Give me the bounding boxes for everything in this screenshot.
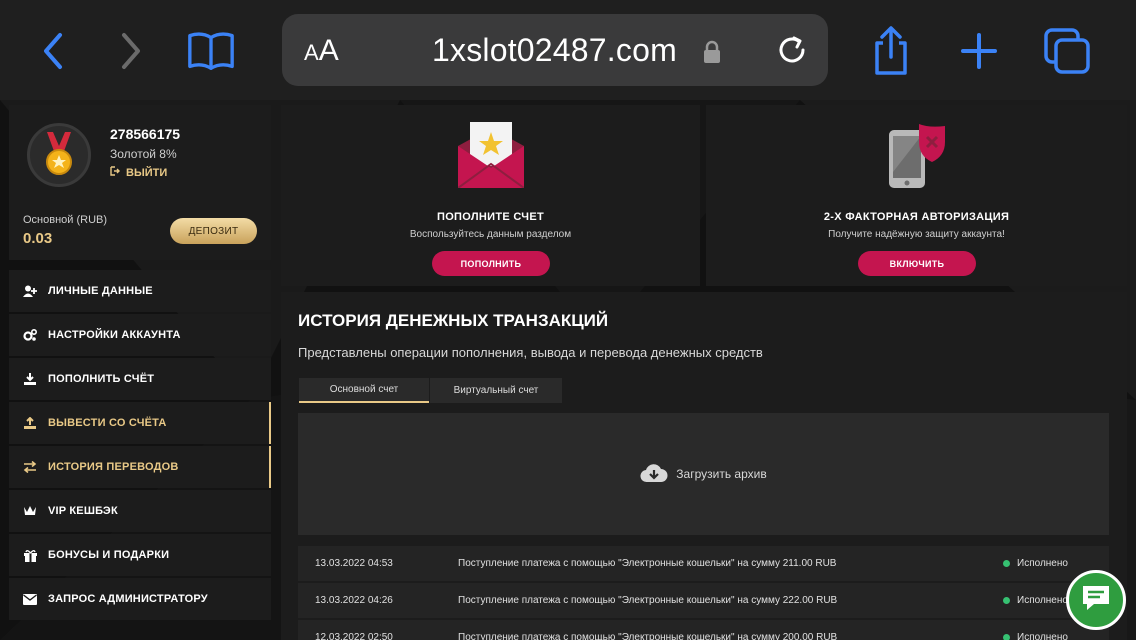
crown-icon	[23, 504, 37, 518]
chat-bubble-icon	[1080, 583, 1112, 618]
cloud-download-icon	[640, 463, 668, 486]
download-icon	[23, 372, 37, 386]
table-row: 12.03.2022 02:50 Поступление платежа с п…	[298, 620, 1109, 640]
status-badge: Исполнено	[1003, 558, 1068, 569]
menu-item-vip-cashback[interactable]: VIP КЕШБЭК	[9, 490, 271, 532]
two-factor-card: 2-Х ФАКТОРНАЯ АВТОРИЗАЦИЯ Получите надёж…	[706, 105, 1127, 286]
phone-shield-icon	[889, 122, 949, 195]
share-icon[interactable]	[866, 26, 916, 76]
balance-label: Основной (RUB)	[23, 214, 108, 226]
balance-value: 0.03	[23, 230, 53, 247]
browser-toolbar: AA 1xslot02487.com	[0, 0, 1136, 100]
gears-icon	[23, 328, 37, 342]
page-subtitle: Представлены операции пополнения, вывода…	[298, 345, 763, 360]
mail-icon	[23, 592, 37, 606]
tabs-overview-icon[interactable]	[1042, 26, 1092, 76]
page-title: ИСТОРИЯ ДЕНЕЖНЫХ ТРАНЗАКЦИЙ	[298, 311, 609, 330]
menu-item-label: БОНУСЫ И ПОДАРКИ	[48, 549, 170, 561]
forward-icon[interactable]	[106, 26, 156, 76]
card-title: ПОПОЛНИТЕ СЧЕТ	[437, 211, 544, 223]
transactions-list: 13.03.2022 04:53 Поступление платежа с п…	[298, 546, 1109, 640]
menu-item-label: ИСТОРИЯ ПЕРЕВОДОВ	[48, 461, 179, 473]
card-title: 2-Х ФАКТОРНАЯ АВТОРИЗАЦИЯ	[823, 211, 1010, 223]
transaction-description: Поступление платежа с помощью "Электронн…	[458, 632, 838, 640]
top-up-button[interactable]: ПОПОЛНИТЬ	[432, 251, 550, 276]
table-row: 13.03.2022 04:26 Поступление платежа с п…	[298, 583, 1109, 618]
status-badge: Исполнено	[1003, 632, 1068, 640]
logout-icon	[110, 166, 120, 179]
menu-item-withdraw[interactable]: ВЫВЕСТИ СО СЧЁТА	[9, 402, 271, 444]
logout-label: ВЫЙТИ	[126, 166, 168, 179]
card-subtitle: Получите надёжную защиту аккаунта!	[828, 229, 1005, 240]
menu-item-label: ЗАПРОС АДМИНИСТРАТОРУ	[48, 593, 208, 605]
rank-medal-icon	[27, 123, 91, 187]
menu-item-admin-request[interactable]: ЗАПРОС АДМИНИСТРАТОРУ	[9, 578, 271, 620]
status-badge: Исполнено	[1003, 595, 1068, 606]
card-subtitle: Воспользуйтесь данным разделом	[409, 229, 572, 240]
envelope-star-icon	[457, 122, 525, 193]
menu-item-account-settings[interactable]: НАСТРОЙКИ АККАУНТА	[9, 314, 271, 356]
tab-main-account[interactable]: Основной счет	[299, 378, 429, 403]
transaction-description: Поступление платежа с помощью "Электронн…	[458, 558, 837, 569]
user-plus-icon	[23, 284, 37, 298]
menu-item-label: VIP КЕШБЭК	[48, 505, 118, 517]
menu-item-label: ПОПОЛНИТЬ СЧЁТ	[48, 373, 155, 385]
menu-item-label: ЛИЧНЫЕ ДАННЫЕ	[48, 285, 153, 297]
gift-icon	[23, 548, 37, 562]
new-tab-icon[interactable]	[954, 26, 1004, 76]
table-row: 13.03.2022 04:53 Поступление платежа с п…	[298, 546, 1109, 581]
profile-card: 278566175 Золотой 8% ВЫЙТИ Основной (RUB…	[9, 105, 271, 260]
transaction-date: 12.03.2022 02:50	[315, 632, 393, 640]
upload-icon	[23, 416, 37, 430]
user-id: 278566175	[110, 126, 181, 142]
reload-icon[interactable]	[772, 30, 812, 75]
menu-item-label: ВЫВЕСТИ СО СЧЁТА	[48, 417, 167, 429]
download-archive-button[interactable]: Загрузить архив	[298, 413, 1109, 535]
menu-item-personal-data[interactable]: ЛИЧНЫЕ ДАННЫЕ	[9, 270, 271, 312]
transaction-date: 13.03.2022 04:26	[315, 595, 393, 606]
account-menu: ЛИЧНЫЕ ДАННЫЕ НАСТРОЙКИ АККАУНТА ПОПОЛНИ…	[9, 270, 271, 622]
transaction-history: ИСТОРИЯ ДЕНЕЖНЫХ ТРАНЗАКЦИЙ Представлены…	[281, 292, 1127, 640]
bookmarks-icon[interactable]	[186, 26, 236, 76]
support-chat-button[interactable]	[1066, 570, 1126, 630]
menu-item-bonuses[interactable]: БОНУСЫ И ПОДАРКИ	[9, 534, 271, 576]
transaction-date: 13.03.2022 04:53	[315, 558, 393, 569]
account-page: 278566175 Золотой 8% ВЫЙТИ Основной (RUB…	[0, 100, 1136, 640]
vip-level: Золотой 8%	[110, 147, 177, 161]
archive-label: Загрузить архив	[676, 467, 767, 481]
menu-item-label: НАСТРОЙКИ АККАУНТА	[48, 329, 181, 341]
menu-item-transfer-history[interactable]: ИСТОРИЯ ПЕРЕВОДОВ	[9, 446, 271, 488]
transfer-icon	[23, 460, 37, 474]
transaction-description: Поступление платежа с помощью "Электронн…	[458, 595, 838, 606]
enable-2fa-button[interactable]: ВКЛЮЧИТЬ	[858, 251, 976, 276]
text-size-button[interactable]: AA	[304, 34, 339, 68]
menu-item-top-up[interactable]: ПОПОЛНИТЬ СЧЁТ	[9, 358, 271, 400]
url-text: 1xslot02487.com	[432, 32, 677, 68]
tab-virtual-account[interactable]: Виртуальный счет	[430, 378, 562, 403]
lock-icon	[702, 40, 722, 69]
deposit-button[interactable]: ДЕПОЗИТ	[170, 218, 257, 244]
logout-link[interactable]: ВЫЙТИ	[110, 166, 167, 179]
address-bar[interactable]: AA 1xslot02487.com	[282, 14, 828, 86]
deposit-promo-card: ПОПОЛНИТЕ СЧЕТ Воспользуйтесь данным раз…	[281, 105, 700, 286]
back-icon[interactable]	[28, 26, 78, 76]
